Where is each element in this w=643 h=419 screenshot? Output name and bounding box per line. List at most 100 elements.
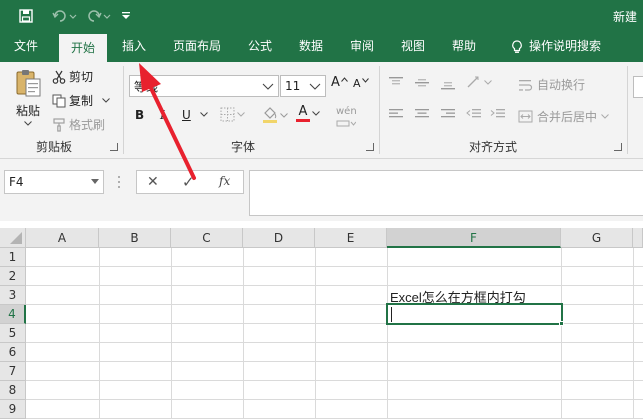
paste-label: 粘贴 [15,104,40,118]
bottom-align-icon [440,76,456,90]
gridline [315,248,316,419]
gridline [26,266,643,267]
cut-label: 剪切 [69,70,94,84]
shrink-font-button[interactable]: A [353,77,369,90]
chevron-down-icon [262,80,274,92]
row-header-1[interactable]: 1 [0,248,26,267]
chevron-down-icon [237,112,245,117]
cancel-entry-button[interactable]: ✕ [147,174,159,190]
row-header-6[interactable]: 6 [0,343,26,362]
text-cursor [391,307,392,322]
orientation-button[interactable] [466,75,492,89]
tell-me-search[interactable]: 操作说明搜索 [500,31,612,62]
tab-help[interactable]: 帮助 [442,31,486,62]
column-header-h[interactable] [633,228,643,248]
tab-data[interactable]: 数据 [289,31,333,62]
shrink-font-glyph: A [353,77,361,90]
chevron-down-icon [309,80,321,92]
column-header-g[interactable]: G [561,228,633,248]
undo-icon[interactable] [50,6,80,26]
align-right-button[interactable] [440,108,456,120]
gridline [26,380,643,381]
wrap-text-icon [518,78,533,92]
formula-bar-grip-icon[interactable] [118,175,120,189]
tab-file[interactable]: 文件 [4,31,48,62]
align-left-button[interactable] [388,108,404,120]
increase-indent-icon [490,108,506,120]
insert-function-button[interactable]: fx [219,174,230,188]
gridline [26,361,643,362]
paste-button[interactable]: 粘贴 [10,68,46,132]
underline-button[interactable]: U [182,108,191,122]
format-painter-button[interactable]: 格式刷 [52,116,105,133]
format-painter-label: 格式刷 [69,118,106,132]
gridline [26,342,643,343]
font-size-combobox[interactable]: 11 [280,75,326,97]
active-cell-f4[interactable] [386,303,563,325]
align-right-icon [440,108,456,120]
fill-handle[interactable] [559,321,564,326]
row-header-5[interactable]: 5 [0,324,26,343]
wrap-text-button[interactable]: 自动换行 [518,76,585,93]
wrap-text-label: 自动换行 [537,78,586,92]
row-header-3[interactable]: 3 [0,286,26,305]
decrease-indent-button[interactable] [466,108,482,120]
confirm-entry-button[interactable]: ✓ [182,173,195,191]
group-divider [123,66,124,154]
row-header-2[interactable]: 2 [0,267,26,286]
worksheet-grid[interactable]: A B C D E F G 1 2 3 4 5 6 7 8 9 Excel怎么在… [0,228,643,419]
column-header-b[interactable]: B [99,228,171,248]
font-name-combobox[interactable]: 等线 [129,75,279,97]
font-dialog-launcher[interactable] [366,143,374,151]
row-header-4[interactable]: 4 [0,305,26,324]
align-center-button[interactable] [414,108,430,120]
chevron-down-icon [200,112,208,117]
tab-insert[interactable]: 插入 [112,31,156,62]
select-all-button[interactable] [0,228,26,248]
merge-center-label: 合并后居中 [537,110,598,124]
merge-center-button[interactable]: 合并后居中 [518,108,609,125]
column-header-f[interactable]: F [387,228,561,248]
alignment-group-label: 对齐方式 [468,140,517,154]
row-header-9[interactable]: 9 [0,400,26,419]
middle-align-button[interactable] [414,76,430,90]
tab-review[interactable]: 审阅 [340,31,384,62]
tab-page-layout[interactable]: 页面布局 [166,31,228,62]
column-header-e[interactable]: E [315,228,387,248]
column-header-c[interactable]: C [171,228,243,248]
scissors-icon [52,70,66,84]
save-icon[interactable] [16,6,36,26]
row-header-8[interactable]: 8 [0,381,26,400]
font-color-button[interactable]: A [296,104,320,122]
row-header-7[interactable]: 7 [0,362,26,381]
column-header-a[interactable]: A [26,228,99,248]
bottom-align-button[interactable] [440,76,456,90]
column-header-d[interactable]: D [243,228,315,248]
borders-button[interactable] [220,107,245,122]
phonetic-guide-button[interactable]: wén [336,106,357,127]
phonetic-icon [336,119,356,127]
copy-button[interactable]: 复制 [52,92,110,109]
italic-button[interactable]: I [160,108,165,122]
grow-font-button[interactable]: A [331,75,348,90]
underline-dropdown[interactable] [200,112,208,117]
tab-formulas[interactable]: 公式 [238,31,282,62]
name-box[interactable]: F4 [4,170,104,194]
fill-color-button[interactable] [262,106,288,124]
cut-button[interactable]: 剪切 [52,68,93,85]
redo-icon[interactable] [84,6,114,26]
top-align-button[interactable] [388,76,404,90]
increase-indent-button[interactable] [490,108,506,120]
paint-bucket-icon [262,106,278,124]
tab-home[interactable]: 开始 [59,34,107,62]
customize-quick-access-icon[interactable] [118,6,134,26]
formula-input[interactable] [249,170,643,216]
tab-view[interactable]: 视图 [391,31,435,62]
align-center-icon [414,108,430,120]
bold-button[interactable]: B [135,108,144,122]
alignment-dialog-launcher[interactable] [614,143,622,151]
number-format-combobox[interactable] [633,76,643,98]
clipboard-dialog-launcher[interactable] [110,143,118,151]
gridline [26,399,643,400]
select-all-triangle-icon [10,232,22,244]
